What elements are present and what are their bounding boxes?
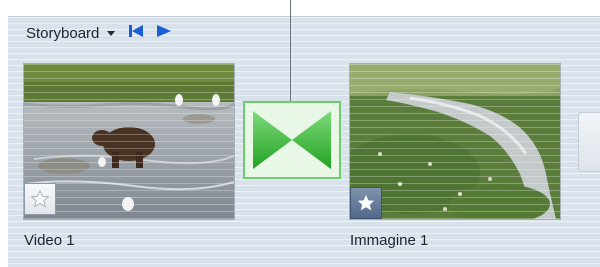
clip-label: Video 1 xyxy=(24,232,75,249)
next-clip-placeholder[interactable] xyxy=(578,112,600,172)
bowtie-transition-icon xyxy=(253,111,331,169)
star-icon[interactable] xyxy=(24,183,56,215)
chevron-down-icon[interactable] xyxy=(107,30,116,36)
storyboard-toolbar: Storyboard xyxy=(26,22,172,44)
view-mode-label[interactable]: Storyboard xyxy=(26,25,99,42)
star-icon[interactable] xyxy=(350,187,382,219)
transition-tile[interactable] xyxy=(243,101,341,179)
clip-label: Immagine 1 xyxy=(350,232,429,249)
skip-to-start-icon[interactable] xyxy=(129,24,144,42)
timeline-playhead[interactable] xyxy=(290,0,291,104)
play-icon[interactable] xyxy=(157,24,172,42)
